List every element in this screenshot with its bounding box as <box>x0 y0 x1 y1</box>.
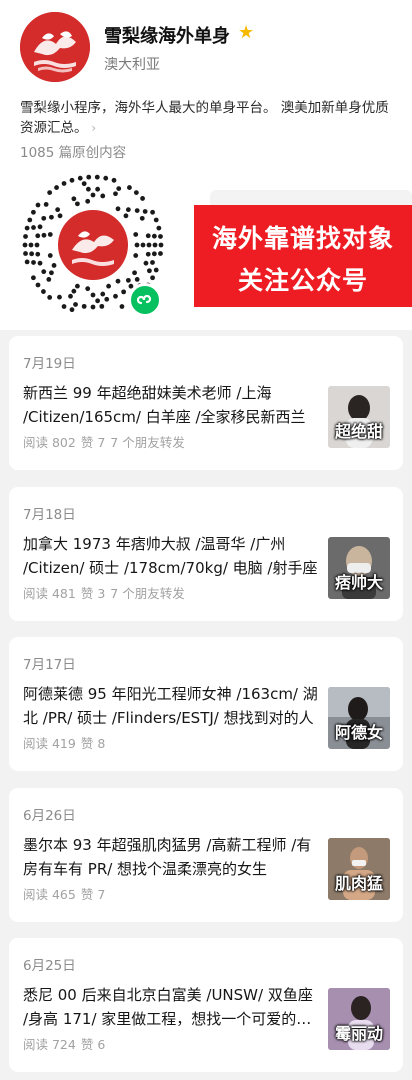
article-count: 1085 篇原创内容 <box>20 145 127 161</box>
article-thumbnail: 阿德女 <box>328 687 390 749</box>
account-name: 雪梨缘海外单身 <box>104 26 230 47</box>
like-count: 赞 7 <box>80 887 106 902</box>
thumbnail-caption: 超绝甜 <box>334 422 383 441</box>
description-text: 雪梨缘小程序，海外华人最大的单身平台。 澳美加新单身优质资源汇总。 <box>20 100 389 136</box>
read-count: 阅读 802 <box>23 435 76 450</box>
article-card[interactable]: 7月17日 阿德莱德 95 年阳光工程师女神 /163cm/ 湖北 /PR/ 硕… <box>9 637 403 771</box>
article-stats: 阅读 419 赞 8 <box>23 733 115 752</box>
article-thumbnail: 肌肉猛 <box>328 838 390 900</box>
article-title: 新西兰 99 年超绝甜妹美术老师 /上海 /Citizen/165cm/ 白羊座… <box>23 384 306 426</box>
read-count: 阅读 419 <box>23 736 76 751</box>
article-date: 6月25日 <box>23 958 76 974</box>
mini-program-icon <box>128 283 162 317</box>
account-avatar[interactable] <box>20 12 90 82</box>
star-icon[interactable]: ★ <box>238 22 254 43</box>
article-stats: 阅读 724 赞 6 <box>23 1034 115 1053</box>
like-count: 赞 6 <box>80 1037 106 1052</box>
article-stats: 阅读 802 赞 7 7 个朋友转发 <box>23 432 190 451</box>
article-stats: 阅读 465 赞 7 <box>23 884 115 903</box>
promo-line-1: 海外靠谱找对象 <box>211 224 394 253</box>
article-date: 7月18日 <box>23 507 76 523</box>
article-card[interactable]: 6月25日 悉尼 00 后来自北京白富美 /UNSW/ 双鱼座 /身高 171/… <box>9 938 403 1072</box>
chevron-right-icon: › <box>87 121 97 135</box>
article-thumbnail: 霉丽动 <box>328 988 390 1050</box>
article-date: 6月26日 <box>23 808 76 824</box>
friend-share-count: 7 个朋友转发 <box>110 586 185 601</box>
article-title: 墨尔本 93 年超强肌肉猛男 /高薪工程师 /有房有车有 PR/ 想找个温柔漂亮… <box>23 836 312 878</box>
account-region: 澳大利亚 <box>104 57 160 73</box>
thumbnail-caption: 痞帅大 <box>334 573 383 592</box>
article-card[interactable]: 7月19日 新西兰 99 年超绝甜妹美术老师 /上海 /Citizen/165c… <box>9 336 403 470</box>
article-title: 阿德莱德 95 年阳光工程师女神 /163cm/ 湖北 /PR/ 硕士 /Fli… <box>23 685 318 727</box>
article-date: 7月17日 <box>23 657 76 673</box>
read-count: 阅读 465 <box>23 887 76 902</box>
friend-share-count: 7 个朋友转发 <box>110 435 185 450</box>
article-stats: 阅读 481 赞 3 7 个朋友转发 <box>23 583 190 602</box>
promo-banner[interactable]: 海外靠谱找对象 关注公众号 <box>194 205 412 307</box>
like-count: 赞 7 <box>80 435 106 450</box>
like-count: 赞 3 <box>80 586 106 601</box>
read-count: 阅读 481 <box>23 586 76 601</box>
article-card[interactable]: 7月18日 加拿大 1973 年痞帅大叔 /温哥华 /广州 /Citizen/ … <box>9 487 403 621</box>
article-thumbnail: 超绝甜 <box>328 386 390 448</box>
like-count: 赞 8 <box>80 736 106 751</box>
thumbnail-caption: 霉丽动 <box>334 1024 383 1043</box>
thumbnail-caption: 肌肉猛 <box>334 874 383 893</box>
article-thumbnail: 痞帅大 <box>328 537 390 599</box>
account-header: 雪梨缘海外单身 ★ 澳大利亚 雪梨缘小程序，海外华人最大的单身平台。 澳美加新单… <box>0 0 412 330</box>
read-count: 阅读 724 <box>23 1037 76 1052</box>
article-card[interactable]: 6月26日 墨尔本 93 年超强肌肉猛男 /高薪工程师 /有房有车有 PR/ 想… <box>9 788 403 922</box>
account-description[interactable]: 雪梨缘小程序，海外华人最大的单身平台。 澳美加新单身优质资源汇总。 › <box>20 98 395 138</box>
article-title: 悉尼 00 后来自北京白富美 /UNSW/ 双鱼座 /身高 171/ 家里做工程… <box>23 986 313 1028</box>
thumbnail-caption: 阿德女 <box>334 723 383 742</box>
promo-line-2: 关注公众号 <box>237 266 368 295</box>
article-date: 7月19日 <box>23 356 76 372</box>
article-title: 加拿大 1973 年痞帅大叔 /温哥华 /广州 /Citizen/ 硕士 /17… <box>23 535 318 577</box>
